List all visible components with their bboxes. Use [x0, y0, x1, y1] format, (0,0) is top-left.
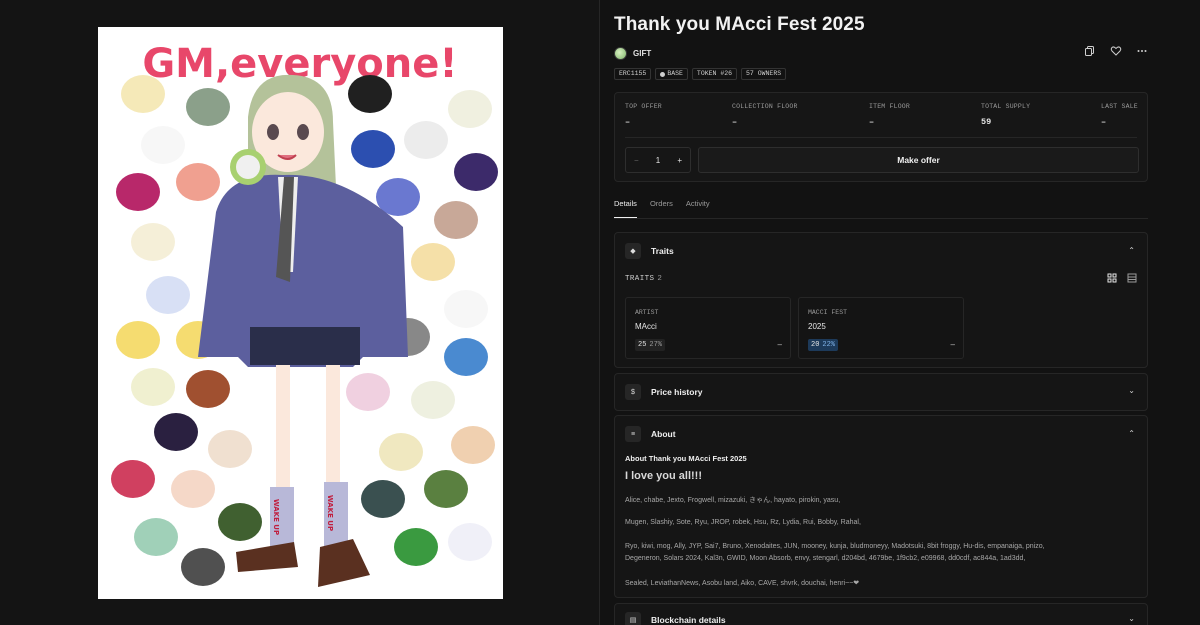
stat-item-floor: ITEM FLOOR –	[869, 103, 910, 127]
text-icon: ≡	[625, 426, 641, 442]
price-history-header[interactable]: $ Price history	[625, 384, 703, 400]
chip-owners[interactable]: 57 OWNERS	[741, 68, 787, 80]
stat-label: ITEM FLOOR	[869, 103, 911, 110]
stat-value: –	[869, 117, 875, 127]
media-panel: GM,everyone! WAKE UP WAKE UP	[0, 0, 600, 625]
traits-header[interactable]: ◆ Traits	[625, 243, 674, 259]
detail-tabs: Details Orders Activity	[614, 199, 1148, 219]
about-line: Degeneron, Solars 2024, Kal3n, GWID, Moo…	[625, 555, 1026, 562]
about-heading: I love you all!!!	[625, 470, 703, 482]
chain-icon: ▤	[625, 612, 641, 625]
traits-count-number: 2	[657, 275, 663, 283]
about-subtitle: About Thank you MAcci Fest 2025	[625, 454, 747, 463]
quantity-value[interactable]: 1	[656, 156, 660, 165]
traits-count: TRAITS 2	[625, 275, 662, 283]
trait-type: ARTIST	[635, 309, 659, 316]
trait-rarity: 25 27%	[635, 339, 666, 351]
blockchain-header[interactable]: ▤ Blockchain details	[625, 612, 726, 625]
trait-floor: –	[777, 340, 782, 349]
stat-value: –	[1101, 117, 1107, 127]
about-line: Sealed, LeviathanNews, Asobu land, Aiko,…	[625, 580, 860, 587]
collection-name: GIFT	[633, 48, 652, 58]
stat-value: 59	[981, 117, 992, 127]
about-line: Mugen, Slashiy, Sote, Ryu, JROP, robek, …	[625, 519, 861, 526]
trait-count-pct: 27%	[649, 341, 663, 349]
trait-count-number: 20	[811, 341, 820, 349]
item-title: Thank you MAcci Fest 2025	[614, 14, 865, 35]
trait-value: MAcci	[635, 322, 657, 331]
page: GM,everyone! WAKE UP WAKE UP Thank you M…	[0, 0, 1200, 625]
stat-label: TOTAL SUPPLY	[981, 103, 1031, 110]
trait-card-macci-fest[interactable]: MACCI FEST 2025 20 22% –	[798, 297, 964, 359]
artwork-illustration: GM,everyone! WAKE UP WAKE UP	[98, 27, 503, 599]
sock-text-right: WAKE UP	[326, 495, 334, 531]
token-chips: ERC1155 BASE TOKEN #26 57 OWNERS	[614, 68, 787, 80]
blockchain-section[interactable]: ▤ Blockchain details ⌄	[614, 603, 1148, 625]
chevron-down-icon[interactable]: ⌄	[1128, 614, 1135, 623]
about-title: About	[651, 429, 676, 439]
stat-label: TOP OFFER	[625, 103, 662, 110]
traits-count-label: TRAITS	[625, 275, 655, 283]
decrement-button[interactable]: −	[634, 156, 639, 165]
grid-view-icon[interactable]	[1107, 273, 1117, 285]
about-section: ≡ About ⌃ About Thank you MAcci Fest 202…	[614, 415, 1148, 598]
about-header[interactable]: ≡ About	[625, 426, 676, 442]
trait-floor: –	[950, 340, 955, 349]
stat-label: COLLECTION FLOOR	[732, 103, 798, 110]
chevron-up-icon[interactable]: ⌃	[1128, 429, 1135, 438]
trait-count-pct: 22%	[822, 341, 836, 349]
item-actions	[1084, 45, 1148, 57]
stat-top-offer: TOP OFFER –	[625, 103, 662, 127]
chip-chain[interactable]: BASE	[655, 68, 688, 80]
trait-card-artist[interactable]: ARTIST MAcci 25 27% –	[625, 297, 791, 359]
traits-title: Traits	[651, 246, 674, 256]
trait-count-number: 25	[638, 341, 647, 349]
heart-icon[interactable]	[1110, 45, 1122, 57]
nft-artwork[interactable]: GM,everyone! WAKE UP WAKE UP	[98, 27, 503, 599]
price-history-section[interactable]: $ Price history ⌄	[614, 373, 1148, 411]
stats-divider	[625, 137, 1137, 138]
collection-link[interactable]: GIFT	[614, 46, 651, 60]
stat-collection-floor: COLLECTION FLOOR –	[732, 103, 798, 127]
collection-avatar	[614, 46, 627, 60]
increment-button[interactable]: +	[677, 156, 682, 165]
diamond-icon: ◆	[625, 243, 641, 259]
trait-rarity: 20 22%	[808, 339, 839, 351]
chip-chain-label: BASE	[667, 70, 683, 77]
dollar-icon: $	[625, 384, 641, 400]
about-line: Alice, chabe, Jexto, Frogwell, mizazuki,…	[625, 497, 841, 504]
trait-type: MACCI FEST	[808, 309, 848, 316]
tab-details[interactable]: Details	[614, 199, 637, 218]
traits-view-toggle	[1107, 273, 1137, 285]
chip-standard: ERC1155	[614, 68, 652, 80]
stat-label: LAST SALE	[1101, 103, 1138, 110]
blockchain-title: Blockchain details	[651, 615, 726, 625]
tab-activity[interactable]: Activity	[686, 199, 710, 218]
sock-text-left: WAKE UP	[272, 499, 280, 535]
chip-token-id: TOKEN #26	[691, 68, 738, 80]
stat-value: –	[625, 117, 631, 127]
list-view-icon[interactable]	[1127, 273, 1137, 285]
trait-value: 2025	[808, 322, 826, 331]
copy-icon[interactable]	[1084, 45, 1096, 57]
make-offer-button[interactable]: Make offer	[698, 147, 1139, 173]
chevron-up-icon[interactable]: ⌃	[1128, 246, 1135, 255]
details-panel: Thank you MAcci Fest 2025 GIFT ERC1155 B…	[614, 0, 1148, 625]
base-chain-icon	[660, 71, 666, 77]
more-icon[interactable]	[1136, 45, 1148, 57]
tab-orders[interactable]: Orders	[650, 199, 673, 218]
stats-card: TOP OFFER – COLLECTION FLOOR – ITEM FLOO…	[614, 92, 1148, 182]
stat-last-sale: LAST SALE –	[1101, 103, 1138, 127]
traits-section: ◆ Traits ⌃ TRAITS 2 ARTIST MAcci 25 27% –	[614, 232, 1148, 368]
about-line: Ryo, kiwi, mog, Ally, JYP, Sai7, Bruno, …	[625, 543, 1045, 550]
stat-total-supply: TOTAL SUPPLY 59	[981, 103, 1030, 127]
stat-value: –	[732, 117, 738, 127]
price-history-title: Price history	[651, 387, 703, 397]
chevron-down-icon[interactable]: ⌄	[1128, 386, 1135, 395]
quantity-stepper: − 1 +	[625, 147, 691, 173]
